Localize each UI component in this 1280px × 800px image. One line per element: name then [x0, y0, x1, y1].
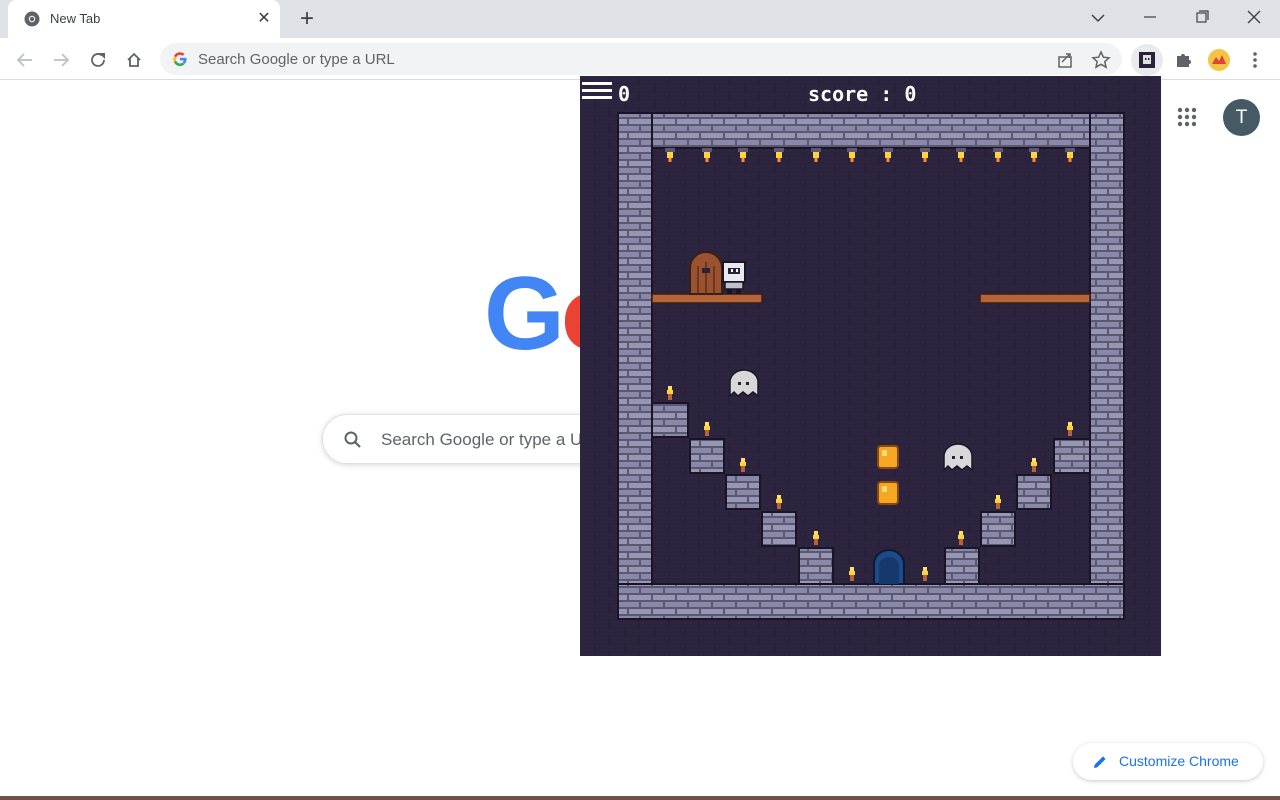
restore-icon[interactable] [1187, 4, 1217, 32]
toolbar: Search Google or type a URL [0, 38, 1280, 80]
forward-icon[interactable] [47, 46, 75, 74]
customize-chrome-button[interactable]: Customize Chrome [1073, 743, 1263, 780]
customize-chrome-label: Customize Chrome [1119, 753, 1239, 769]
profile-extension-icon[interactable] [1205, 46, 1233, 74]
star-icon[interactable] [1087, 46, 1115, 74]
tab-close-icon[interactable]: ✕ [255, 10, 273, 28]
player-knight [722, 261, 746, 294]
chevron-down-icon[interactable] [1083, 4, 1113, 32]
pencil-icon [1094, 756, 1106, 768]
minimize-icon[interactable] [1135, 4, 1165, 32]
tab-strip: New Tab ✕ + [0, 0, 1280, 38]
omnibox[interactable]: Search Google or type a URL [160, 43, 1122, 75]
omnibox-placeholder: Search Google or type a URL [198, 51, 395, 68]
ntp-search-placeholder: Search Google or type a U [381, 430, 583, 449]
avatar[interactable]: T [1223, 99, 1260, 136]
ghost-enemy [943, 443, 973, 472]
google-g-icon [173, 52, 187, 66]
tab-title: New Tab [50, 11, 101, 26]
lives-counter: 0 [618, 82, 631, 106]
share-icon[interactable] [1051, 46, 1079, 74]
home-icon[interactable] [120, 46, 148, 74]
back-icon[interactable] [11, 46, 39, 74]
search-icon [344, 431, 361, 448]
chrome-icon [24, 11, 40, 27]
extension-popup: 0 score : 0 [580, 76, 1161, 656]
game-background [580, 76, 1161, 656]
tab-new-tab[interactable]: New Tab ✕ [8, 0, 280, 38]
puzzle-icon[interactable] [1169, 46, 1197, 74]
exit-door [873, 549, 905, 585]
kebab-menu-icon[interactable] [1241, 46, 1269, 74]
close-icon[interactable] [1239, 4, 1269, 32]
new-tab-button[interactable]: + [294, 6, 320, 32]
google-apps-icon[interactable] [1176, 106, 1198, 128]
taskbar-edge [0, 796, 1280, 800]
game-extension-icon [1139, 52, 1155, 68]
score-display: score : 0 [808, 82, 917, 106]
start-door [689, 251, 723, 295]
game-canvas[interactable] [580, 76, 1161, 656]
coin [877, 481, 899, 505]
hamburger-menu-icon[interactable] [582, 80, 612, 102]
reload-icon[interactable] [84, 46, 112, 74]
game-extension-button[interactable] [1131, 44, 1163, 76]
ghost-enemy [729, 369, 759, 398]
coin [877, 445, 899, 469]
